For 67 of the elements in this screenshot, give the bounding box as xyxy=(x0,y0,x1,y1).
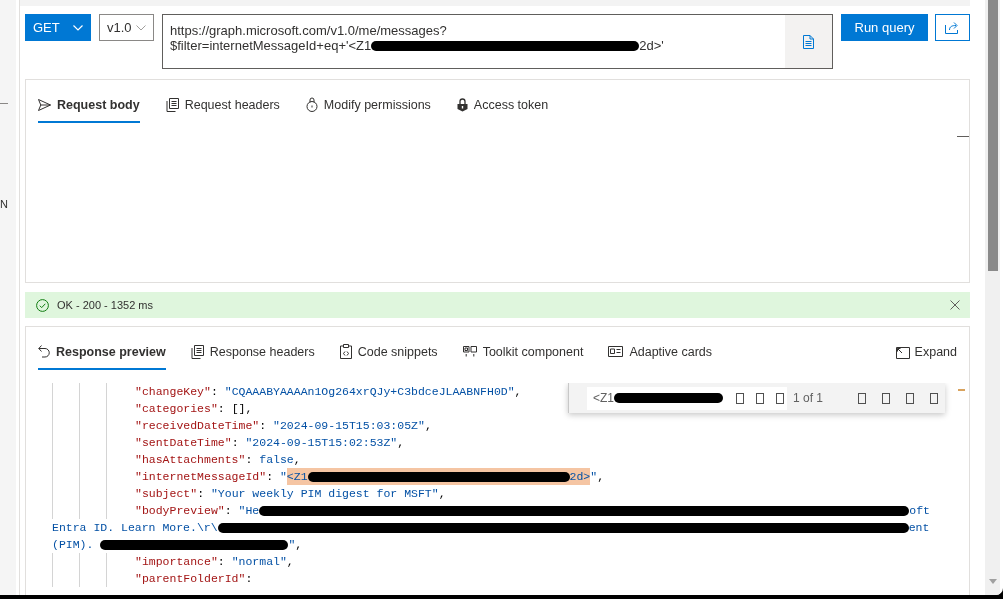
find-text: <Z1 xyxy=(593,390,614,407)
code-text: <Z1 xyxy=(286,469,308,485)
share-icon xyxy=(945,21,960,34)
code-text: oft xyxy=(909,503,930,519)
close-icon[interactable] xyxy=(950,300,960,310)
documents-icon xyxy=(190,344,204,359)
code-line: "hasAttachments": false, xyxy=(135,452,301,468)
version-dropdown[interactable]: v1.0 xyxy=(99,14,154,41)
tab[interactable]: Request headers xyxy=(165,88,280,123)
match-count: 1 of 1 xyxy=(793,390,824,407)
code-text: Entra ID. Learn More.\r\ xyxy=(52,520,218,536)
code-text: ", xyxy=(288,537,303,553)
status-text: OK - 200 - 1352 ms xyxy=(57,297,153,313)
boxes-icon xyxy=(462,346,477,357)
tab[interactable]: Request body xyxy=(38,88,140,123)
code-line: "receivedDateTime": "2024-09-15T15:03:05Z", xyxy=(135,418,432,434)
undo-arrow-icon xyxy=(38,345,50,358)
code-line: "subject": "Your weekly PIM digest for MSFT", xyxy=(135,486,446,502)
share-button[interactable] xyxy=(935,14,970,41)
method-dropdown[interactable]: GET xyxy=(25,14,91,41)
code-text: ", xyxy=(590,469,605,485)
url-text: https://graph.microsoft.com/v1.0/me/messages? xyxy=(170,23,447,38)
code-line: "categories": [], xyxy=(135,401,253,417)
expand-button[interactable]: Expand xyxy=(895,335,957,370)
tab[interactable]: Response preview xyxy=(38,335,166,370)
code-text: "internetMessageId": " xyxy=(135,469,287,485)
missing-glyph-icon[interactable] xyxy=(736,392,744,404)
clipboard-code-icon xyxy=(339,344,352,359)
sidebar-text: N xyxy=(0,198,8,210)
run-query-button[interactable]: Run query xyxy=(841,14,928,41)
code-text: ent xyxy=(908,520,930,536)
lock-circle-icon xyxy=(305,97,318,112)
tab[interactable]: Adaptive cards xyxy=(608,335,713,370)
tab[interactable]: Toolkit component xyxy=(462,335,584,370)
missing-glyph-icon[interactable] xyxy=(756,392,764,404)
expand-icon xyxy=(895,346,910,359)
url-text: 2d>' xyxy=(639,38,664,53)
format-button[interactable] xyxy=(785,15,832,68)
code-line: "parentFolderId": xyxy=(135,571,253,587)
missing-glyph-icon[interactable] xyxy=(776,392,784,404)
code-line: "importance": "normal", xyxy=(135,554,294,570)
missing-glyph-icon[interactable] xyxy=(858,392,866,404)
missing-glyph-icon[interactable] xyxy=(882,392,890,404)
code-line: "sentDateTime": "2024-09-15T15:02:53Z", xyxy=(135,435,405,451)
chevron-down-icon xyxy=(136,24,146,31)
code-text: "bodyPreview": "He xyxy=(135,503,260,519)
code-line: "changeKey": "CQAAABYAAAAn1Og264xrQJy+C3bdceJLAABNFH0D", xyxy=(135,384,522,400)
url-text: $filter=internetMessageId+eq+'<Z1 xyxy=(170,38,372,53)
code-text: (PIM). xyxy=(52,537,94,553)
tab[interactable]: Access token xyxy=(456,88,549,123)
tab[interactable]: Response headers xyxy=(190,335,315,370)
missing-glyph-icon[interactable] xyxy=(930,392,938,404)
documents-icon xyxy=(165,97,179,112)
lock-icon xyxy=(456,97,468,112)
code-text: 2d> xyxy=(569,469,591,485)
chevron-down-icon xyxy=(73,24,83,31)
document-icon xyxy=(803,34,814,49)
tab[interactable]: Code snippets xyxy=(339,335,438,370)
url-field[interactable]: https://graph.microsoft.com/v1.0/me/messages? $filter=internetMessageId+eq+'<Z1 2d>' xyxy=(162,14,833,69)
send-icon xyxy=(38,98,51,111)
find-input[interactable]: <Z1 xyxy=(587,386,787,410)
ruler-marker xyxy=(958,389,965,391)
card-icon xyxy=(608,346,624,357)
scrollbar-thumb[interactable] xyxy=(987,0,998,271)
check-circle-icon xyxy=(36,298,49,312)
missing-glyph-icon[interactable] xyxy=(906,392,914,404)
tab[interactable]: Modify permissions xyxy=(305,88,431,123)
